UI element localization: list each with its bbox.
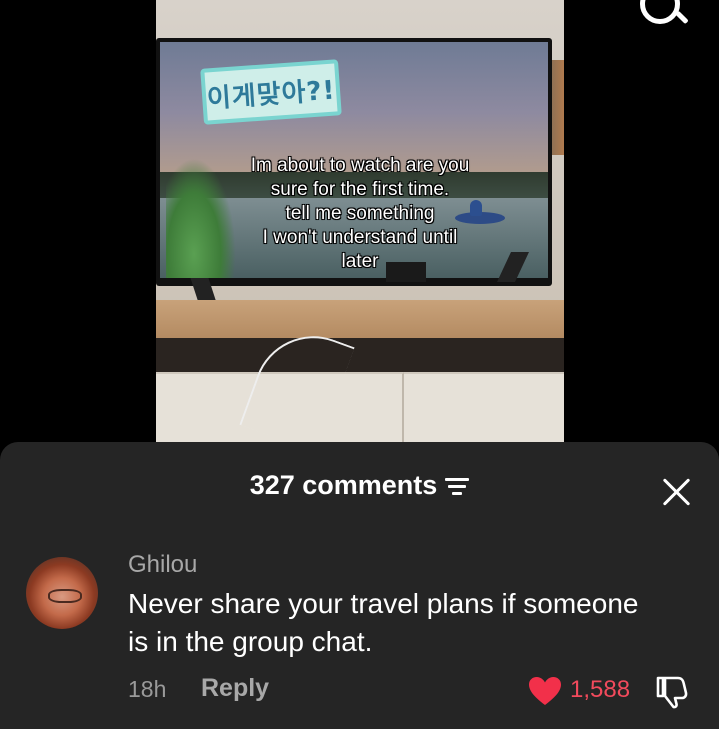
caption-line: sure for the first time. — [270, 179, 450, 200]
comments-header: 327 comments — [0, 470, 719, 501]
caption-line: Im about to watch are you — [250, 155, 470, 176]
tv-cabinet — [156, 300, 564, 338]
comments-sheet: 327 comments Ghilou Never share your tra… — [0, 442, 719, 729]
show-logo-text: 이게맞아?! — [205, 75, 337, 114]
tv-screen: 이게맞아?! Im about to watch are you sure fo… — [160, 42, 548, 278]
video-player[interactable]: 이게맞아?! Im about to watch are you sure fo… — [156, 0, 564, 450]
comment-username[interactable]: Ghilou — [128, 551, 197, 579]
comments-count: 327 comments — [249, 470, 438, 500]
avatar[interactable] — [26, 557, 98, 629]
caption-line: I won't understand until — [262, 227, 458, 248]
close-icon[interactable] — [660, 476, 692, 508]
television: 이게맞아?! Im about to watch are you sure fo… — [156, 38, 552, 286]
cabinet-drawer-right — [404, 372, 564, 450]
comment-text: Never share your travel plans if someone… — [128, 588, 639, 657]
set-top-box — [386, 262, 426, 282]
video-caption: Im about to watch are you sure for the f… — [210, 154, 510, 274]
dislike-icon[interactable] — [656, 673, 692, 709]
sort-icon[interactable] — [445, 476, 470, 496]
picture-frame — [550, 60, 564, 155]
caption-line: tell me something — [285, 203, 435, 224]
heart-icon[interactable] — [528, 676, 562, 706]
like-count: 1,588 — [570, 676, 631, 703]
caption-line: later — [341, 251, 379, 272]
cabinet-shelf — [156, 338, 564, 372]
reply-button[interactable]: Reply — [201, 674, 269, 703]
show-logo: 이게맞아?! — [200, 59, 342, 125]
comment-time: 18h — [128, 676, 167, 702]
search-icon[interactable] — [640, 0, 680, 24]
